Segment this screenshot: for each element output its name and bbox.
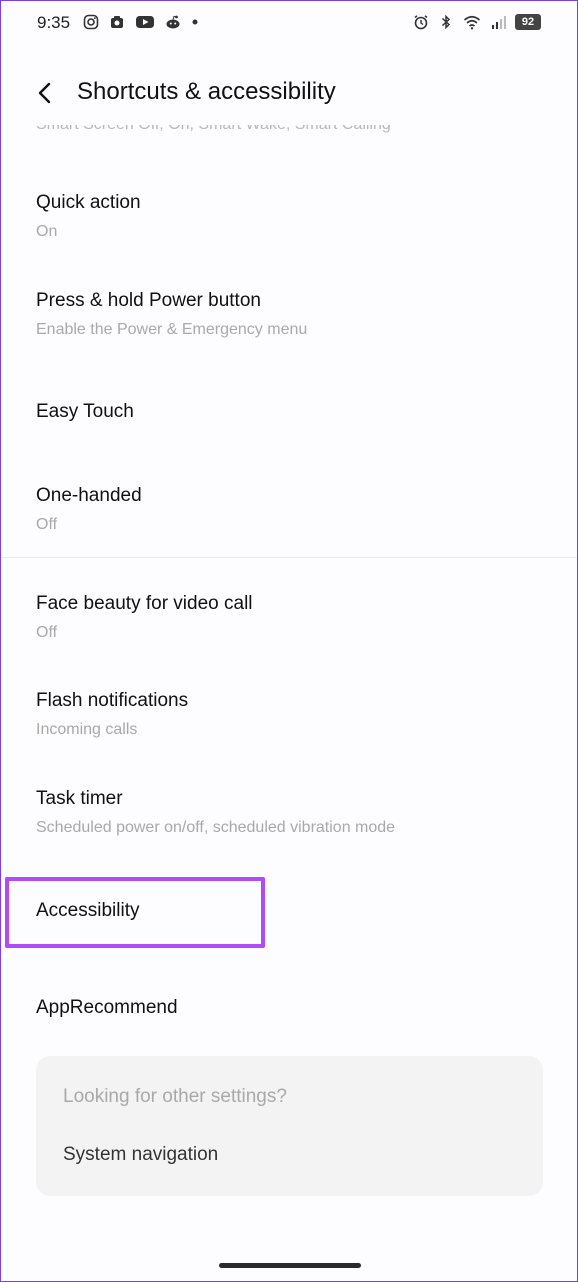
screen-frame: 9:35 92 Shortcuts & accessibility Quick … xyxy=(0,0,578,1282)
setting-face-beauty[interactable]: Face beauty for video call Off xyxy=(1,574,577,662)
youtube-icon xyxy=(135,14,155,30)
camera-app-icon xyxy=(109,14,125,30)
bluetooth-icon xyxy=(438,14,454,30)
setting-subtitle: Off xyxy=(36,624,58,641)
setting-press-hold-power[interactable]: Press & hold Power button Enable the Pow… xyxy=(1,271,577,359)
alarm-icon xyxy=(413,14,429,30)
setting-subtitle: On xyxy=(36,223,58,240)
suggestion-card: Looking for other settings? System navig… xyxy=(36,1056,543,1196)
status-time: 9:35 xyxy=(37,13,71,32)
clipped-summary-text: Smart Screen Off, On, Smart Wake, Smart … xyxy=(36,125,391,134)
dot-icon xyxy=(191,14,199,30)
setting-title: Quick action xyxy=(36,192,141,213)
instagram-icon xyxy=(83,14,99,30)
setting-title: Face beauty for video call xyxy=(36,593,253,614)
setting-title: One-handed xyxy=(36,485,142,506)
chevron-left-icon xyxy=(38,82,51,104)
app-bar: Shortcuts & accessibility xyxy=(1,61,577,125)
system-navigation-link[interactable]: System navigation xyxy=(63,1144,218,1166)
setting-one-handed[interactable]: One-handed Off xyxy=(1,466,577,554)
cellular-signal-icon xyxy=(490,14,506,30)
setting-task-timer[interactable]: Task timer Scheduled power on/off, sched… xyxy=(1,769,577,857)
setting-accessibility[interactable]: Accessibility xyxy=(1,879,577,941)
setting-app-recommend[interactable]: AppRecommend xyxy=(1,977,577,1039)
status-bar: 9:35 92 xyxy=(1,1,577,47)
setting-subtitle: Enable the Power & Emergency menu xyxy=(36,321,308,338)
setting-title: Flash notifications xyxy=(36,690,189,711)
setting-subtitle: Incoming calls xyxy=(36,721,138,738)
setting-subtitle: Scheduled power on/off, scheduled vibrat… xyxy=(36,819,396,836)
home-indicator[interactable] xyxy=(219,1263,361,1268)
page-title: Shortcuts & accessibility xyxy=(77,78,336,105)
setting-quick-action[interactable]: Quick action On xyxy=(1,173,577,261)
setting-title: AppRecommend xyxy=(36,997,178,1018)
setting-subtitle: Off xyxy=(36,516,58,533)
setting-title: Accessibility xyxy=(36,900,140,921)
system-status-icons: 92 xyxy=(413,14,541,30)
setting-title: Easy Touch xyxy=(36,401,134,422)
setting-title: Task timer xyxy=(36,788,123,809)
battery-icon: 92 xyxy=(515,14,541,30)
notification-icons xyxy=(83,14,199,30)
setting-title: Press & hold Power button xyxy=(36,290,261,311)
setting-flash-notifications[interactable]: Flash notifications Incoming calls xyxy=(1,671,577,759)
wifi-icon xyxy=(463,14,481,30)
back-button[interactable] xyxy=(25,73,65,113)
card-heading: Looking for other settings? xyxy=(63,1086,287,1107)
setting-easy-touch[interactable]: Easy Touch xyxy=(1,381,577,443)
section-divider xyxy=(1,557,577,558)
reddit-icon xyxy=(165,14,181,30)
clipped-summary: Smart Screen Off, On, Smart Wake, Smart … xyxy=(36,125,391,143)
